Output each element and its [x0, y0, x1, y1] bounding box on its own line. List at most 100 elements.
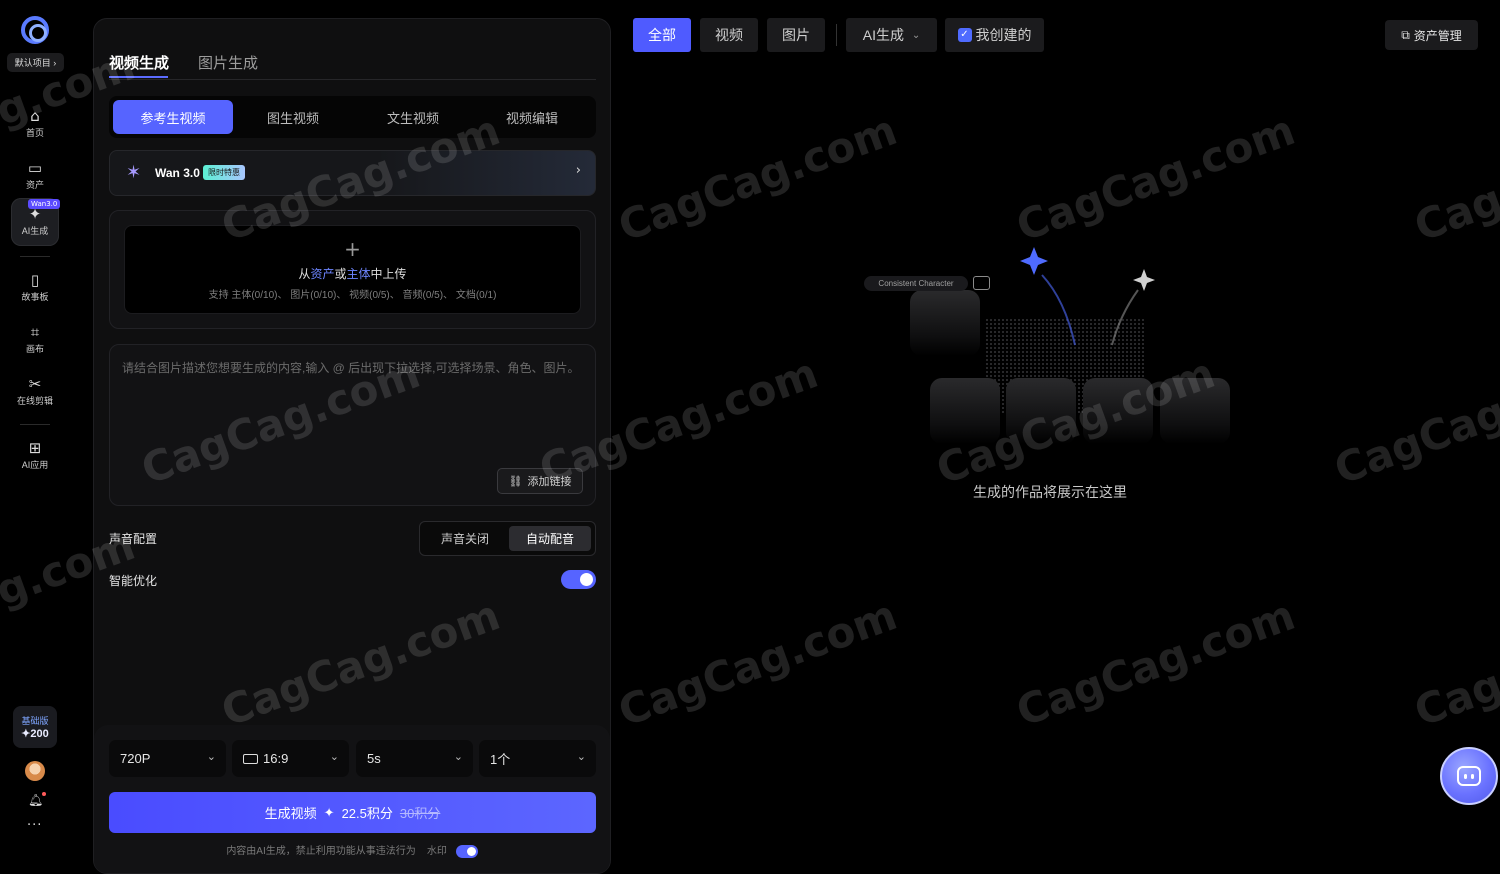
tile-decoration [1006, 378, 1076, 444]
model-selector[interactable]: ✶ Wan 3.0 限时特惠 › [109, 150, 596, 196]
ratio-dropdown[interactable]: 16:9 ⌄ [232, 740, 349, 777]
filter-video[interactable]: 视频 [700, 18, 758, 52]
nav-ai-apps[interactable]: ⊞ AI应用 [11, 432, 59, 480]
generate-price: 22.5积分 [341, 806, 393, 821]
mode-reference-video[interactable]: 参考生视频 [113, 100, 233, 134]
ai-generate-dropdown[interactable]: AI生成 ⌄ [846, 18, 937, 52]
white-star-icon [1133, 269, 1155, 291]
mode-image-to-video[interactable]: 图生视频 [233, 100, 353, 134]
nav-label: 在线剪辑 [16, 396, 53, 406]
wan-badge: Wan3.0 [28, 199, 61, 209]
generate-label: 生成视频 [264, 806, 317, 821]
plan-name: 基础版 [21, 716, 49, 726]
empty-state-message: 生成的作品将展示在这里 [973, 484, 1127, 500]
home-icon: ⌂ [30, 107, 40, 125]
watermark-text: CagCag.com [1010, 105, 1302, 252]
smart-optimize-label: 智能优化 [109, 574, 158, 588]
model-logo-icon: ✶ [126, 162, 142, 183]
tab-image-generation[interactable]: 图片生成 [198, 52, 258, 73]
avatar[interactable] [25, 761, 45, 781]
audio-auto-option[interactable]: 自动配音 [509, 526, 591, 551]
checkbox-checked-icon[interactable]: ✓ [957, 28, 972, 42]
asset-management-button[interactable]: ⧉ 资产管理 [1385, 20, 1478, 50]
disclaimer-text: 内容由AI生成，禁止利用功能从事违法行为 [226, 846, 416, 857]
plan-credits[interactable]: 基础版 ✦200 [13, 706, 57, 748]
watermark-text: CagCag.com [1408, 105, 1500, 252]
nav-ai-generate[interactable]: Wan3.0 ✦ AI生成 [11, 198, 61, 246]
plus-icon: + [344, 237, 361, 261]
upload-dropzone[interactable]: + 从资产或主体中上传 支持 主体(0/10)、 图片(0/10)、 视频(0/… [124, 225, 581, 314]
left-nav: 默认项目 › ⌂ 首页 ▭ 资产 Wan3.0 ✦ AI生成 ▯ 故事板 ⌗ 画… [0, 0, 70, 874]
promo-badge: 限时特惠 [203, 165, 245, 180]
duration-dropdown[interactable]: 5s ⌄ [356, 740, 473, 777]
upload-text-mid: 或 [334, 267, 347, 281]
consistent-character-pill: Consistent Character [864, 276, 968, 291]
nav-divider [20, 256, 50, 257]
audio-config-label: 声音配置 [109, 532, 158, 546]
audio-off-option[interactable]: 声音关闭 [424, 526, 506, 551]
more-icon[interactable]: ··· [27, 818, 42, 833]
bell-icon[interactable]: 🔔︎ [28, 792, 47, 807]
generation-footer: 720P ⌄ 16:9 ⌄ 5s ⌄ 1个 ⌄ 生成视频 ✦ 22.5积分 30积分 内… [94, 725, 610, 873]
smart-optimize-toggle[interactable] [561, 570, 596, 589]
filter-all[interactable]: 全部 [633, 18, 691, 52]
upload-text-pre: 从 [298, 267, 311, 281]
nav-label: AI生成 [21, 226, 49, 236]
edit-icon: ✂ [28, 375, 42, 393]
chevron-down-icon: ⌄ [206, 751, 216, 763]
chevron-right-icon: › [575, 163, 581, 178]
nav-label: 画布 [25, 344, 44, 354]
tile-decoration [1083, 378, 1153, 444]
tab-video-generation[interactable]: 视频生成 [109, 52, 169, 73]
tile-decoration [1160, 378, 1230, 444]
blue-star-icon [1020, 247, 1048, 275]
subject-link[interactable]: 主体 [347, 267, 371, 281]
assets-link[interactable]: 资产 [310, 267, 334, 281]
watermark-text: CagCag.com [612, 105, 904, 252]
watermark-text: CagCag.com [1408, 590, 1500, 737]
panel-tabs: 视频生成 图片生成 [109, 19, 596, 80]
audio-selector: 声音关闭 自动配音 [419, 521, 596, 556]
chevron-down-icon: ⌄ [911, 29, 921, 41]
chat-assistant-button[interactable] [1440, 747, 1498, 805]
nav-label: 资产 [25, 180, 44, 190]
nav-label: 首页 [25, 128, 44, 138]
watermark-toggle[interactable] [455, 844, 478, 858]
chevron-down-icon: ⌄ [576, 751, 586, 763]
sparkle-icon: ✦ [28, 205, 42, 223]
nav-storyboard[interactable]: ▯ 故事板 [11, 264, 59, 312]
chevron-down-icon: ⌄ [329, 751, 339, 763]
nav-canvas[interactable]: ⌗ 画布 [11, 316, 59, 364]
nav-assets[interactable]: ▭ 资产 [11, 152, 59, 200]
nav-home[interactable]: ⌂ 首页 [11, 100, 59, 148]
add-link-label: 添加链接 [527, 476, 572, 488]
upload-section: + 从资产或主体中上传 支持 主体(0/10)、 图片(0/10)、 视频(0/… [109, 210, 596, 329]
my-created-filter[interactable]: ✓ 我创建的 [945, 18, 1044, 52]
external-window-icon: ⧉ [1401, 27, 1410, 42]
sparkle-icon: ✦ [323, 804, 335, 820]
app-logo[interactable] [21, 16, 49, 44]
book-icon: ▯ [30, 271, 40, 289]
watermark-label: 水印 [426, 846, 447, 857]
generate-video-button[interactable]: 生成视频 ✦ 22.5积分 30积分 [109, 792, 596, 833]
resolution-dropdown[interactable]: 720P ⌄ [109, 740, 226, 777]
credits-value: ✦200 [21, 728, 49, 740]
add-link-button[interactable]: ⛓︎ 添加链接 [497, 468, 583, 494]
mode-selector: 参考生视频 图生视频 文生视频 视频编辑 [109, 96, 596, 138]
notification-dot [42, 792, 47, 796]
generation-panel: 视频生成 图片生成 参考生视频 图生视频 文生视频 视频编辑 ✶ Wan 3.0… [93, 18, 611, 874]
ai-dropdown-label: AI生成 [862, 27, 905, 43]
credits-number: 200 [30, 728, 49, 740]
image-icon [973, 276, 990, 290]
upload-support-text: 支持 主体(0/10)、 图片(0/10)、 视频(0/5)、 音频(0/5)、… [208, 290, 497, 301]
aspect-ratio-icon [243, 753, 258, 764]
count-dropdown[interactable]: 1个 ⌄ [479, 740, 596, 777]
nav-online-edit[interactable]: ✂ 在线剪辑 [11, 368, 59, 416]
tile-decoration [910, 290, 980, 356]
project-selector[interactable]: 默认项目 › [7, 53, 64, 72]
filter-image[interactable]: 图片 [767, 18, 825, 52]
mode-video-edit[interactable]: 视频编辑 [472, 100, 592, 134]
prompt-input[interactable] [122, 359, 584, 459]
mode-text-to-video[interactable]: 文生视频 [353, 100, 473, 134]
count-value: 1个 [490, 752, 511, 767]
